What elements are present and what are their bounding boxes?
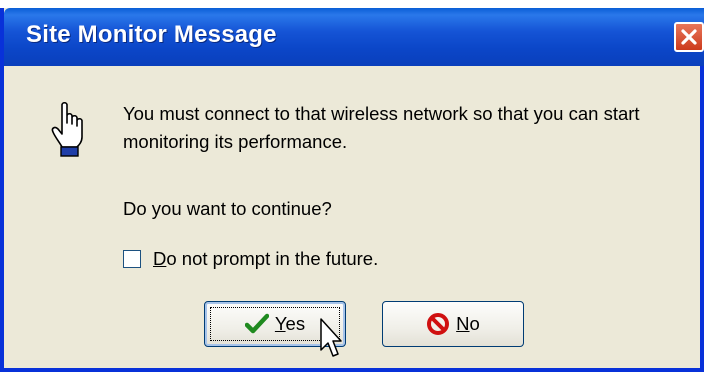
no-button[interactable]: No <box>382 301 524 347</box>
message-text: You must connect to that wireless networ… <box>123 103 640 152</box>
do-not-prompt-checkbox[interactable] <box>123 250 141 268</box>
title-bar[interactable]: Site Monitor Message <box>4 8 704 66</box>
do-not-prompt-label[interactable]: Do not prompt in the future. <box>153 248 378 270</box>
question-text: Do you want to continue? <box>123 198 332 219</box>
mouse-pointer-icon <box>320 318 342 357</box>
do-not-prompt-option[interactable]: Do not prompt in the future. <box>123 247 378 271</box>
no-symbol-icon <box>426 312 450 336</box>
dialog-content: You must connect to that wireless networ… <box>8 66 704 368</box>
site-monitor-dialog: Site Monitor Message You must connect to… <box>0 8 704 372</box>
close-button[interactable] <box>674 22 704 52</box>
no-button-label: No <box>456 313 480 334</box>
pointing-hand-icon <box>51 101 83 157</box>
close-icon <box>681 29 697 45</box>
dialog-title: Site Monitor Message <box>26 21 277 48</box>
